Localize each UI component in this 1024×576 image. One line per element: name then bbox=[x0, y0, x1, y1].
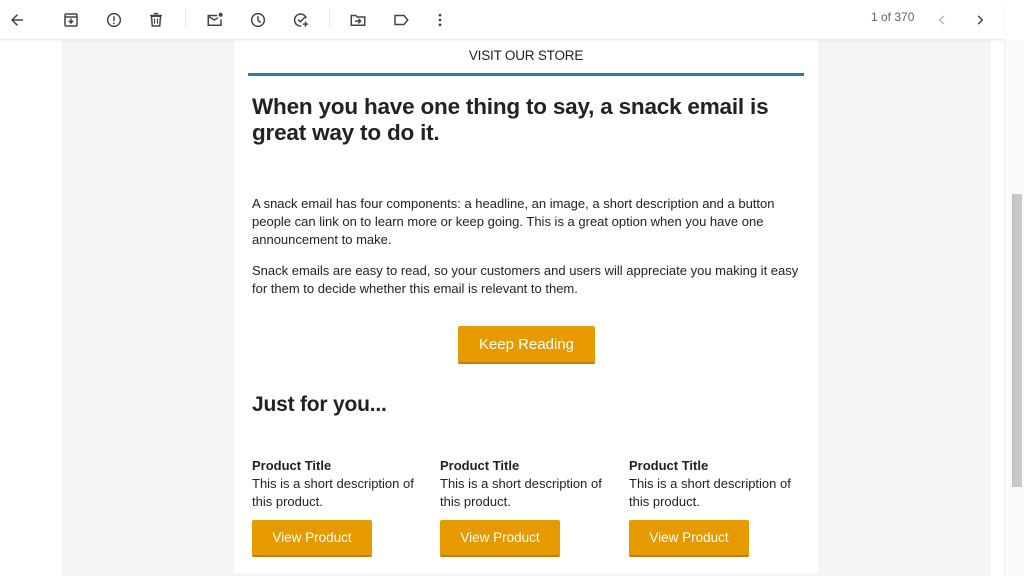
scrollbar-thumb[interactable] bbox=[1012, 194, 1022, 487]
chevron-right-icon bbox=[977, 15, 984, 25]
email-headline: When you have one thing to say, a snack … bbox=[252, 94, 769, 145]
delete-button[interactable] bbox=[142, 6, 170, 34]
header-divider bbox=[248, 73, 804, 76]
chevron-left-icon bbox=[938, 15, 945, 25]
view-product-button[interactable]: View Product bbox=[629, 520, 749, 557]
product-title: Product Title bbox=[440, 458, 520, 473]
product-card: Product Title This is a short descriptio… bbox=[440, 457, 610, 557]
back-button[interactable] bbox=[3, 6, 31, 34]
newer-button[interactable] bbox=[928, 6, 956, 34]
body-paragraph: Snack emails are easy to read, so your c… bbox=[252, 263, 799, 296]
archive-icon bbox=[64, 13, 78, 27]
email-body: VISIT OUR STORE When you have one thing … bbox=[234, 40, 818, 573]
product-description: This is a short description of this prod… bbox=[629, 476, 791, 509]
pagination-count: 1 of 370 bbox=[871, 10, 915, 24]
archive-button[interactable] bbox=[57, 6, 85, 34]
arrow-left-icon bbox=[11, 14, 23, 26]
move-to-button[interactable] bbox=[344, 6, 372, 34]
add-task-icon bbox=[293, 13, 309, 27]
report-spam-button[interactable] bbox=[100, 6, 128, 34]
more-options-button[interactable] bbox=[426, 6, 454, 34]
mark-unread-button[interactable] bbox=[201, 6, 229, 34]
toolbar-divider bbox=[329, 8, 330, 28]
visit-store-link[interactable]: VISIT OUR STORE bbox=[234, 48, 818, 63]
labels-button[interactable] bbox=[387, 6, 415, 34]
clock-icon bbox=[250, 12, 266, 28]
product-card: Product Title This is a short descriptio… bbox=[252, 457, 422, 557]
product-title: Product Title bbox=[252, 458, 332, 473]
add-to-tasks-button[interactable] bbox=[287, 6, 315, 34]
older-button[interactable] bbox=[966, 6, 994, 34]
product-title: Product Title bbox=[629, 458, 709, 473]
move-folder-icon bbox=[350, 14, 366, 26]
view-product-button[interactable]: View Product bbox=[440, 520, 560, 557]
label-icon bbox=[394, 14, 409, 26]
report-icon bbox=[106, 12, 122, 28]
section-title: Just for you... bbox=[252, 393, 387, 416]
snooze-button[interactable] bbox=[244, 6, 272, 34]
message-toolbar: 1 of 370 bbox=[0, 0, 1004, 40]
more-vert-icon bbox=[438, 13, 442, 27]
product-description: This is a short description of this prod… bbox=[252, 476, 414, 509]
keep-reading-button[interactable]: Keep Reading bbox=[458, 326, 595, 364]
product-card: Product Title This is a short descriptio… bbox=[629, 457, 799, 557]
body-paragraph: A snack email has four components: a hea… bbox=[252, 196, 775, 247]
product-description: This is a short description of this prod… bbox=[440, 476, 602, 509]
mark-unread-icon bbox=[207, 12, 223, 26]
trash-icon bbox=[150, 12, 162, 27]
toolbar-divider bbox=[185, 8, 186, 28]
view-product-button[interactable]: View Product bbox=[252, 520, 372, 557]
